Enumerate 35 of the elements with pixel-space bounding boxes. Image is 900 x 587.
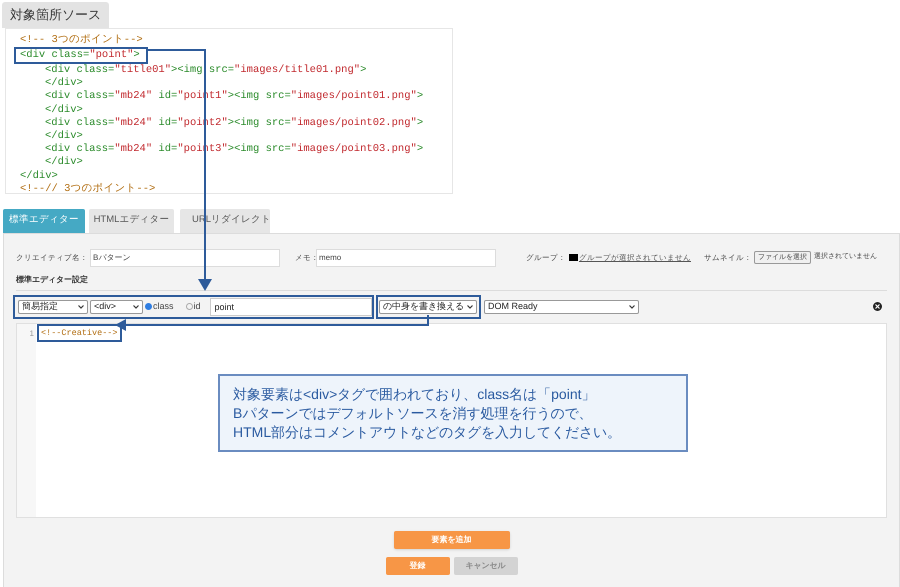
callout-text: Bパターンではデフォルトソースを消す処理を行うので、 bbox=[233, 404, 594, 422]
section-title: 標準エディター設定 bbox=[16, 274, 89, 286]
caret-icon bbox=[133, 304, 139, 308]
folder-icon bbox=[569, 254, 578, 261]
code-line: <div class="point"> bbox=[20, 48, 140, 62]
mode-select[interactable]: 簡易指定 bbox=[18, 300, 88, 314]
line-number: 1 bbox=[28, 328, 34, 340]
close-icon[interactable] bbox=[873, 302, 882, 311]
code-line: </div> bbox=[45, 130, 83, 143]
radio-label: class bbox=[153, 300, 174, 313]
caret-icon bbox=[467, 304, 473, 308]
memo-input[interactable]: memo bbox=[316, 248, 496, 266]
selector-input[interactable]: point bbox=[210, 298, 372, 316]
code-line: <!--Creative--> bbox=[41, 326, 118, 340]
editor-tab[interactable]: HTMLエディター bbox=[89, 208, 174, 232]
code-line: <!--// 3つのポイント--> bbox=[20, 182, 156, 196]
callout-text: HTML部分はコメントアウトなどのタグを入力してください。 bbox=[233, 422, 622, 442]
code-line: </div> bbox=[20, 170, 58, 183]
code-line: </div> bbox=[45, 77, 83, 90]
caret-icon bbox=[78, 304, 84, 308]
action-select[interactable]: の中身を書き換える bbox=[379, 300, 477, 314]
code-line: </div> bbox=[45, 156, 83, 170]
caret-icon bbox=[629, 304, 635, 308]
radio-label: id bbox=[194, 300, 201, 313]
code-editor[interactable]: 1 <!--Creative--> 対象要素は<div>タグで囲われており、class名は「point」 Bパターンではデフォルトソースを消す処理を行うので、 HTML部分はコメントアウトなどのタグを入力してください。 bbox=[16, 322, 887, 518]
code-line: <!-- 3つのポイント--> bbox=[20, 34, 143, 47]
source-label: 対象箇所ソース bbox=[2, 2, 109, 28]
tag-select[interactable]: <div> bbox=[90, 300, 143, 314]
code-line: <div class="title01"><img src="images/title01.png"> bbox=[45, 64, 366, 77]
callout-text: 対象要素は<div>タグで囲われており、class名は「point」 bbox=[233, 384, 597, 404]
radio-button[interactable] bbox=[186, 303, 193, 310]
name-input[interactable]: Bパターン bbox=[90, 248, 280, 266]
timing-select[interactable]: DOM Ready bbox=[484, 300, 639, 314]
radio-button[interactable] bbox=[145, 303, 152, 310]
code-line: </div> bbox=[45, 104, 83, 117]
